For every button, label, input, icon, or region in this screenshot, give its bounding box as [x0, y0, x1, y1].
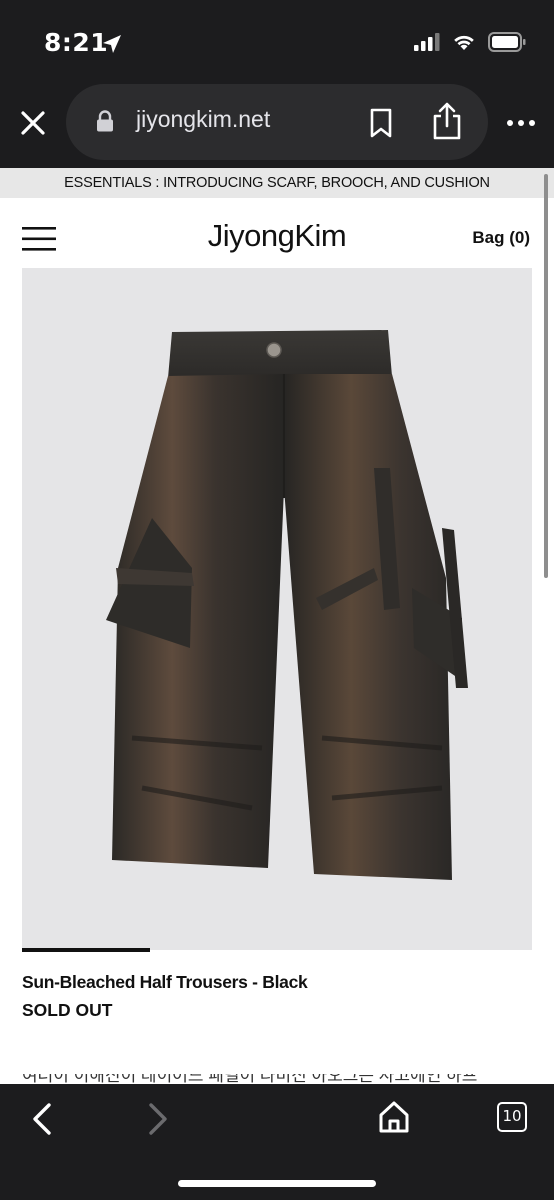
trousers-illustration [106, 330, 468, 880]
stock-status: SOLD OUT [22, 1000, 113, 1020]
brand-logo[interactable]: JiyongKim [0, 218, 554, 254]
lock-icon [97, 110, 113, 132]
product-image[interactable] [22, 268, 532, 950]
browser-toolbar: jiyongkim.net [0, 84, 554, 168]
home-icon[interactable] [378, 1100, 410, 1134]
status-bar: 8:21 [0, 0, 554, 84]
wifi-icon [454, 35, 474, 50]
tabs-icon[interactable]: 10 [497, 1102, 527, 1132]
product-description: 여러이 이해진이 레이어드 패널이 라비진 아오그은 사고에인 하프 [22, 1074, 532, 1084]
bag-link[interactable]: Bag (0) [472, 228, 530, 248]
share-icon[interactable] [430, 102, 464, 140]
battery-icon [488, 32, 526, 52]
signal-icon [414, 33, 440, 51]
address-bar[interactable]: jiyongkim.net [66, 84, 488, 160]
web-page: ESSENTIALS : INTRODUCING SCARF, BROOCH, … [0, 168, 554, 1084]
browser-bottom-toolbar: 10 [0, 1084, 554, 1200]
gallery-progress [22, 948, 532, 952]
announcement-bar[interactable]: ESSENTIALS : INTRODUCING SCARF, BROOCH, … [0, 168, 554, 198]
back-icon[interactable] [30, 1102, 54, 1136]
url-text[interactable]: jiyongkim.net [136, 106, 270, 133]
product-title: Sun-Bleached Half Trousers - Black [22, 972, 308, 992]
home-indicator[interactable] [178, 1180, 376, 1187]
close-icon[interactable] [18, 108, 48, 138]
status-time: 8:21 [44, 28, 109, 57]
gallery-progress-fill [22, 948, 150, 952]
status-indicators [414, 32, 526, 52]
bookmark-icon[interactable] [368, 108, 394, 138]
location-arrow-icon [103, 35, 121, 53]
forward-icon[interactable] [146, 1102, 170, 1136]
product-description-text: 여러이 이해진이 레이어드 패널이 라비진 아오그은 사고에인 하프 [22, 1074, 478, 1084]
more-icon[interactable] [506, 118, 538, 128]
